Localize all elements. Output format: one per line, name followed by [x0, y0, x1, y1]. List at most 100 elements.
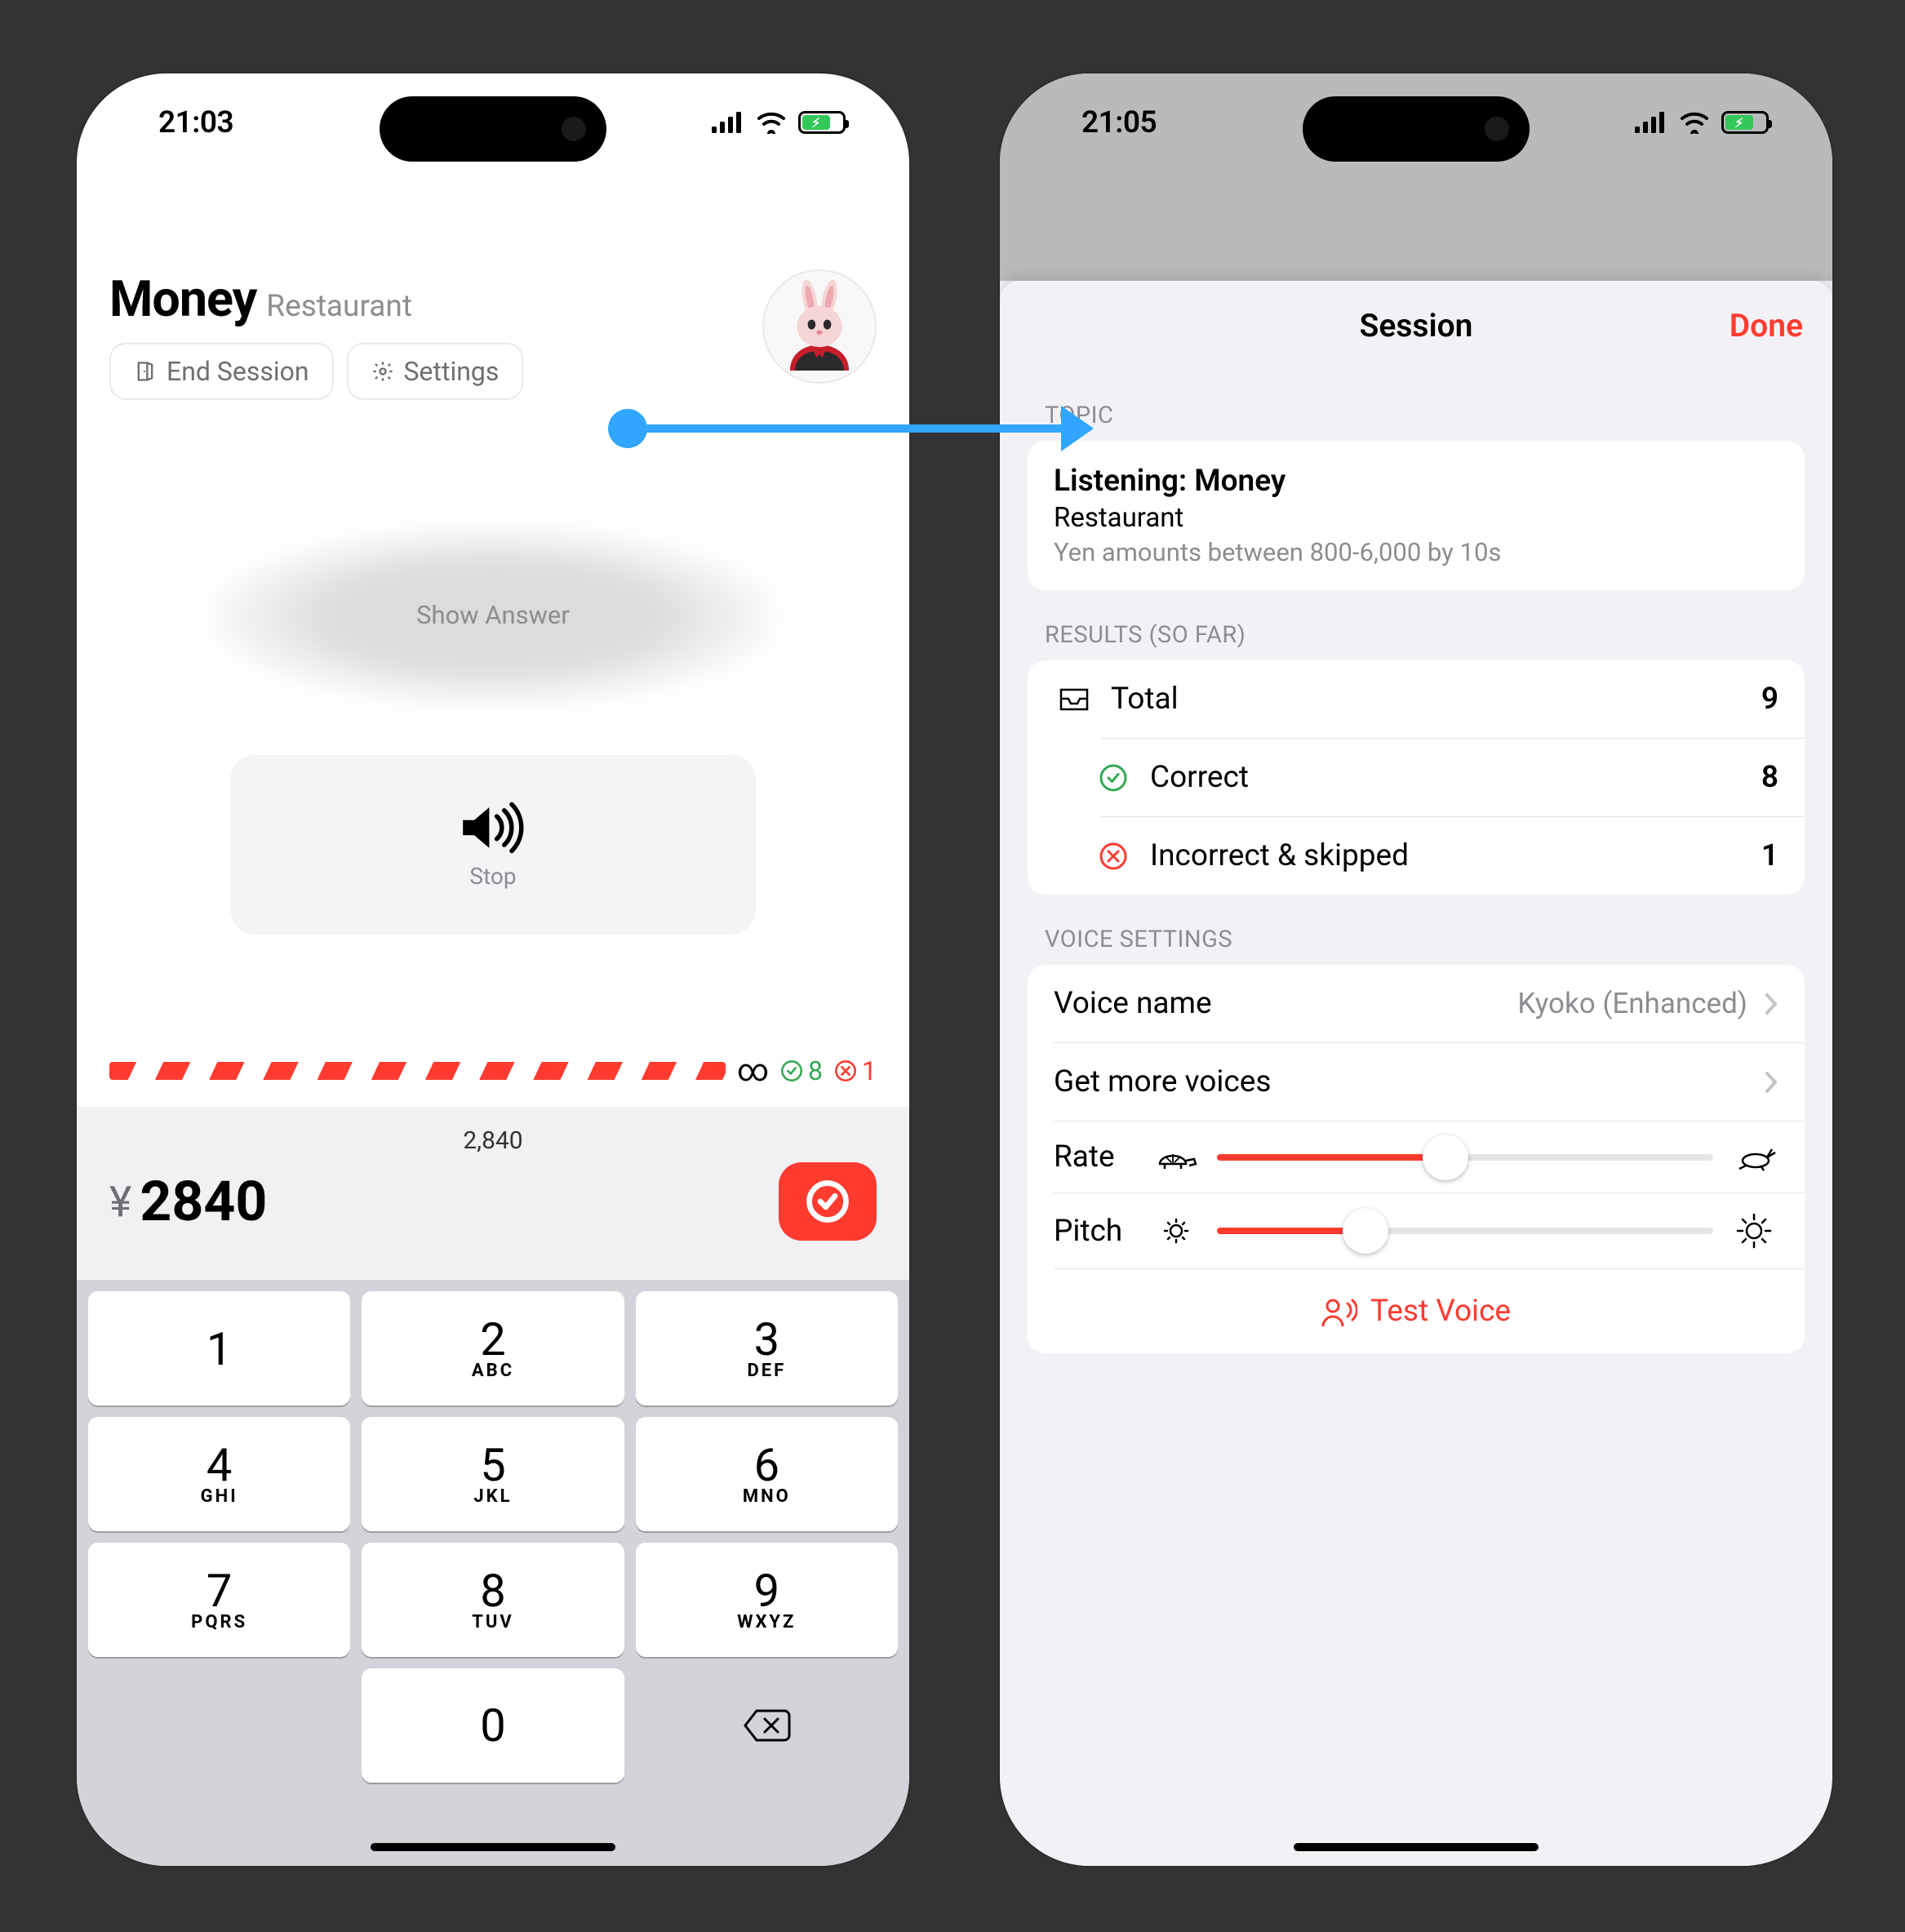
- more-voices-label: Get more voices: [1054, 1064, 1747, 1099]
- wifi-icon: [1679, 111, 1710, 134]
- test-voice-label: Test Voice: [1370, 1294, 1511, 1329]
- topic-section-header: TOPIC: [1000, 371, 1832, 441]
- topic-subtitle: Restaurant: [1054, 502, 1778, 534]
- results-section-header: RESULTS (SO FAR): [1000, 590, 1832, 660]
- key-5[interactable]: 5JKL: [362, 1417, 624, 1531]
- settings-sheet: Session Done TOPIC Listening: Money Rest…: [1000, 281, 1832, 1866]
- test-voice-button[interactable]: Test Voice: [1028, 1269, 1805, 1353]
- incorrect-row: Incorrect & skipped 1: [1028, 817, 1805, 895]
- status-icons: ⚡︎: [1635, 111, 1769, 134]
- rate-slider-fill: [1217, 1154, 1445, 1161]
- backspace-icon: [742, 1708, 791, 1743]
- status-time: 21:03: [158, 105, 233, 140]
- key-0[interactable]: 0: [362, 1668, 624, 1783]
- voice-name-value: Kyoko (Enhanced): [1517, 987, 1747, 1020]
- amount-input[interactable]: 2840: [140, 1169, 779, 1234]
- check-circle-icon: [1099, 763, 1128, 793]
- progress-bar-row: ∞ 8 1: [109, 1053, 877, 1089]
- settings-button[interactable]: Settings: [347, 343, 524, 400]
- end-session-button[interactable]: End Session: [109, 343, 334, 400]
- voice-name-row[interactable]: Voice name Kyoko (Enhanced): [1028, 965, 1805, 1042]
- battery-icon: ⚡︎: [798, 111, 846, 134]
- done-button[interactable]: Done: [1730, 307, 1803, 344]
- answer-area: Show Answer Stop: [109, 526, 877, 967]
- correct-label: Correct: [1150, 760, 1745, 795]
- hare-icon: [1731, 1143, 1777, 1172]
- status-bar: 21:05 ⚡︎: [1000, 73, 1832, 171]
- voice-section-header: VOICE SETTINGS: [1000, 895, 1832, 965]
- settings-label: Settings: [404, 356, 500, 387]
- show-answer-button[interactable]: Show Answer: [109, 600, 877, 630]
- total-row: Total 9: [1028, 660, 1805, 738]
- tortoise-icon: [1153, 1143, 1199, 1172]
- total-value: 9: [1761, 682, 1778, 717]
- header: Money Restaurant End Session Settings: [109, 269, 877, 400]
- cellular-icon: [712, 112, 744, 133]
- key-3[interactable]: 3DEF: [636, 1291, 898, 1406]
- avatar[interactable]: [762, 269, 877, 384]
- topic-title: Listening: Money: [1054, 464, 1778, 499]
- pitch-slider-thumb[interactable]: [1343, 1208, 1388, 1254]
- rate-slider-thumb[interactable]: [1423, 1135, 1468, 1180]
- key-6[interactable]: 6MNO: [636, 1417, 898, 1531]
- end-session-label: End Session: [167, 356, 309, 387]
- voice-name-label: Voice name: [1054, 986, 1501, 1021]
- sheet-title: Session: [1360, 307, 1473, 344]
- voice-card: Voice name Kyoko (Enhanced) Get more voi…: [1028, 965, 1805, 1353]
- previous-amount: 2,840: [77, 1126, 909, 1155]
- key-backspace[interactable]: [636, 1668, 898, 1783]
- stop-audio-button[interactable]: Stop: [230, 755, 756, 935]
- key-4[interactable]: 4GHI: [88, 1417, 350, 1531]
- phone-quiz-screen: 21:03 ⚡︎ Money Restaurant End Session Se…: [77, 73, 909, 1866]
- progress-stripes: [109, 1062, 726, 1080]
- pitch-slider[interactable]: [1217, 1228, 1713, 1234]
- sun-low-icon: [1158, 1213, 1194, 1249]
- pitch-label: Pitch: [1054, 1214, 1135, 1249]
- keypad: 1 2ABC 3DEF 4GHI 5JKL 6MNO 7PQRS 8TUV 9W…: [77, 1280, 909, 1866]
- inbox-icon: [1059, 687, 1090, 712]
- home-indicator[interactable]: [1294, 1843, 1539, 1851]
- wifi-icon: [756, 111, 787, 134]
- key-7[interactable]: 7PQRS: [88, 1543, 350, 1657]
- score-correct: 8: [780, 1055, 823, 1086]
- battery-icon: ⚡︎: [1721, 111, 1769, 134]
- door-exit-icon: [134, 360, 157, 383]
- status-time: 21:05: [1081, 105, 1157, 140]
- key-1[interactable]: 1: [88, 1291, 350, 1406]
- correct-row: Correct 8: [1028, 739, 1805, 816]
- topic-card: Listening: Money Restaurant Yen amounts …: [1028, 441, 1805, 590]
- incorrect-label: Incorrect & skipped: [1150, 838, 1745, 873]
- key-2[interactable]: 2ABC: [362, 1291, 624, 1406]
- more-voices-row[interactable]: Get more voices: [1028, 1043, 1805, 1121]
- key-8[interactable]: 8TUV: [362, 1543, 624, 1657]
- bunny-avatar-icon: [770, 278, 868, 375]
- rate-label: Rate: [1054, 1139, 1135, 1175]
- pitch-slider-row: Pitch: [1028, 1193, 1805, 1268]
- chevron-right-icon: [1764, 992, 1778, 1016]
- x-circle-icon: [1099, 842, 1128, 871]
- stop-label: Stop: [469, 863, 516, 890]
- gear-icon: [371, 360, 394, 383]
- topic-description: Yen amounts between 800-6,000 by 10s: [1054, 537, 1778, 567]
- correct-value: 8: [1761, 760, 1778, 795]
- key-9[interactable]: 9WXYZ: [636, 1543, 898, 1657]
- home-indicator[interactable]: [371, 1843, 615, 1851]
- total-label: Total: [1111, 682, 1745, 717]
- submit-button[interactable]: [779, 1162, 877, 1241]
- page-subtitle: Restaurant: [266, 289, 412, 324]
- rate-slider[interactable]: [1217, 1154, 1713, 1161]
- key-empty: [88, 1668, 350, 1783]
- results-card: Total 9 Correct 8 Incorrect & skipped 1: [1028, 660, 1805, 895]
- score-incorrect: 1: [834, 1055, 877, 1086]
- status-icons: ⚡︎: [712, 111, 846, 134]
- sun-high-icon: [1734, 1211, 1774, 1250]
- person-voice-icon: [1321, 1295, 1357, 1328]
- rate-slider-row: Rate: [1028, 1121, 1805, 1193]
- phone-settings-sheet: 21:05 ⚡︎ Session Done TOPIC Listening: M…: [1000, 73, 1832, 1866]
- x-circle-icon: [834, 1059, 857, 1082]
- speaker-icon: [455, 801, 531, 855]
- status-bar: 21:03 ⚡︎: [77, 73, 909, 171]
- incorrect-value: 1: [1761, 838, 1778, 873]
- sheet-navbar: Session Done: [1000, 281, 1832, 371]
- chevron-right-icon: [1764, 1070, 1778, 1095]
